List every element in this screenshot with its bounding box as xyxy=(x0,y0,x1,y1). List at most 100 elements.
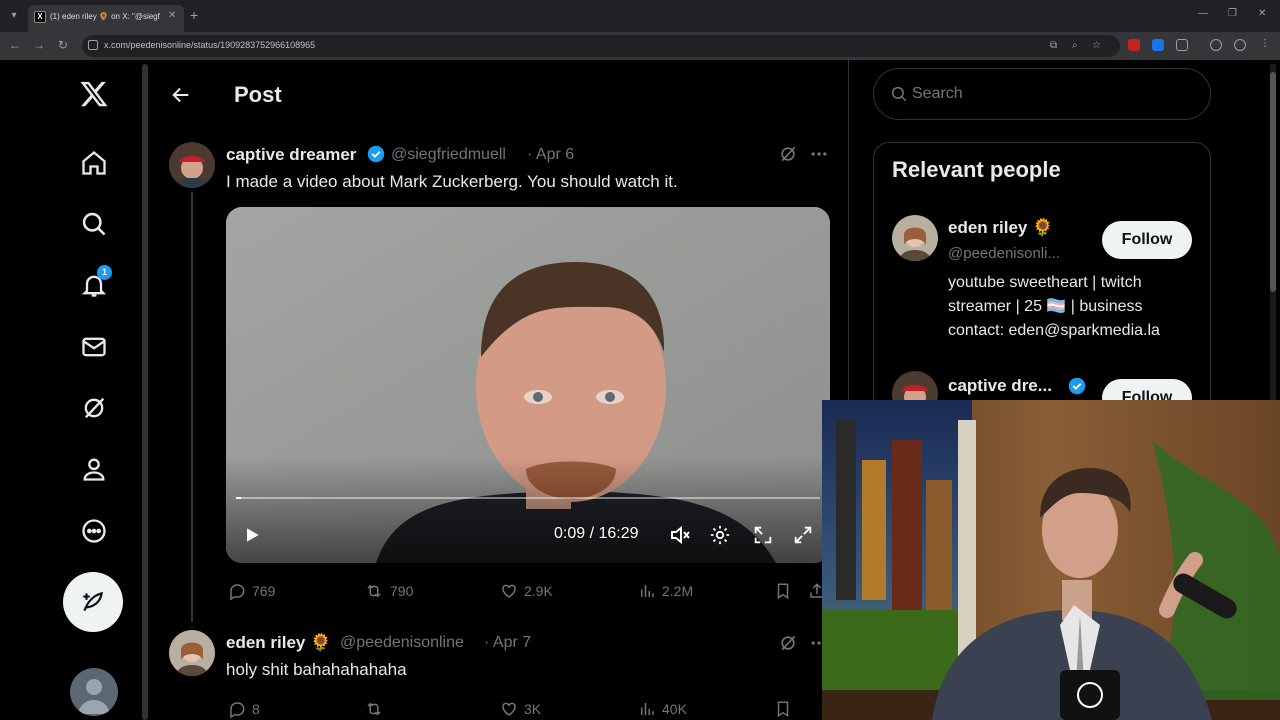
maximize-icon[interactable]: ❐ xyxy=(1228,8,1237,19)
reply-like-action[interactable]: 3K xyxy=(500,700,541,718)
bookmark-icon xyxy=(777,701,789,718)
url-text: x.com/peedenisonline/status/190928375296… xyxy=(104,40,316,50)
reply-view-count: 40K xyxy=(662,701,687,717)
tab-close-icon[interactable]: ✕ xyxy=(168,10,176,21)
reply-bubble-icon xyxy=(230,584,245,600)
browser-forward-icon[interactable]: → xyxy=(32,38,46,52)
video-player[interactable]: 0:09 / 16:29 xyxy=(226,207,830,563)
extension-blue-icon[interactable] xyxy=(1152,39,1164,51)
extensions-puzzle-icon[interactable] xyxy=(1176,39,1188,51)
notification-count-badge: 1 xyxy=(97,265,112,280)
main-post-date[interactable]: · Apr 6 xyxy=(527,146,574,164)
repost-icon xyxy=(367,702,381,716)
reply-reply-action[interactable]: 8 xyxy=(228,700,260,718)
mute-icon[interactable] xyxy=(666,521,694,549)
person-bio: youtube sweetheart | twitch streamer | 2… xyxy=(948,274,1160,339)
main-post-author-avatar[interactable] xyxy=(169,142,215,188)
settings-gear-icon[interactable] xyxy=(706,521,734,549)
reply-author-avatar[interactable] xyxy=(169,630,215,676)
heart-icon xyxy=(502,584,516,598)
repost-count: 790 xyxy=(390,583,414,599)
verified-badge-icon xyxy=(1068,377,1086,395)
reply-repost-action[interactable] xyxy=(364,700,390,718)
video-progress-bar[interactable] xyxy=(236,497,820,499)
follow-button[interactable]: Follow xyxy=(1102,221,1192,259)
x-logo-icon[interactable] xyxy=(78,78,110,110)
browser-back-icon[interactable]: ← xyxy=(8,38,22,52)
profile-icon[interactable] xyxy=(1210,39,1222,51)
account-icon[interactable] xyxy=(1234,39,1246,51)
analytics-bars-icon xyxy=(641,585,654,597)
person-handle[interactable]: @peedenisonli... xyxy=(948,245,1060,262)
webcam-frame xyxy=(822,400,1280,720)
browser-menu-icon[interactable]: ⋮ xyxy=(1260,38,1270,49)
account-avatar[interactable] xyxy=(70,668,118,716)
picture-in-picture-icon[interactable] xyxy=(749,521,777,549)
explore-search-icon[interactable] xyxy=(78,208,110,240)
compose-post-button[interactable] xyxy=(63,572,123,632)
reply-views-action[interactable]: 40K xyxy=(638,700,687,718)
person-avatar[interactable] xyxy=(892,215,938,261)
browser-toolbar: ← → ↻ x.com/peedenisonline/status/190928… xyxy=(0,32,1280,60)
main-post-handle[interactable]: @siegfriedmuell xyxy=(391,146,506,164)
main-post-author-name[interactable]: captive dreamer xyxy=(226,145,356,165)
reply-text: holy shit bahahahahaha xyxy=(226,660,407,679)
relevant-people-title: Relevant people xyxy=(892,157,1061,182)
search-input[interactable]: Search xyxy=(873,68,1211,120)
x-favicon-icon: X xyxy=(34,11,46,23)
more-options-circle-icon[interactable] xyxy=(78,515,110,547)
tab-search-chevron-icon[interactable]: ▾ xyxy=(6,8,22,24)
heart-icon xyxy=(502,702,516,716)
video-time: 0:09 / 16:29 xyxy=(554,525,639,542)
minimize-icon[interactable]: — xyxy=(1198,8,1208,19)
zoom-icon[interactable]: ⌕ xyxy=(1072,40,1078,51)
left-scrollbar[interactable] xyxy=(142,64,148,720)
reply-bookmark-action[interactable] xyxy=(774,700,792,718)
video-frame xyxy=(226,207,830,563)
install-app-icon[interactable]: ⧉ xyxy=(1050,40,1057,51)
new-tab-icon[interactable]: + xyxy=(190,7,198,23)
fullscreen-icon[interactable] xyxy=(789,521,817,549)
reply-author-name[interactable]: eden riley 🌻 xyxy=(226,633,331,653)
browser-tab-bar: ▾ X (1) eden riley 🌻 on X: "@siegfriedmu… xyxy=(0,0,1280,32)
grok-icon[interactable] xyxy=(78,392,110,424)
webcam-overlay xyxy=(822,400,1280,720)
analytics-bars-icon xyxy=(641,703,654,715)
tab-title: (1) eden riley 🌻 on X: "@siegfriedmuell.… xyxy=(50,12,160,21)
like-count: 2.9K xyxy=(524,583,553,599)
play-icon[interactable] xyxy=(238,521,266,549)
reply-grok-explain-icon[interactable] xyxy=(778,633,798,653)
messages-envelope-icon[interactable] xyxy=(78,331,110,363)
home-icon[interactable] xyxy=(78,147,110,179)
relevant-people-card: Relevant people eden riley 🌻 @peedenison… xyxy=(873,142,1211,442)
search-icon xyxy=(891,86,907,102)
more-dots-icon[interactable] xyxy=(809,144,829,164)
like-action[interactable]: 2.9K xyxy=(500,582,553,600)
right-scrollbar-thumb[interactable] xyxy=(1270,72,1276,292)
address-bar[interactable]: x.com/peedenisonline/status/190928375296… xyxy=(82,35,1120,57)
site-info-icon[interactable] xyxy=(88,40,98,50)
reply-handle[interactable]: @peedenisonline xyxy=(340,634,464,652)
grok-explain-icon[interactable] xyxy=(778,144,798,164)
bookmark-star-icon[interactable]: ☆ xyxy=(1092,40,1101,51)
view-count: 2.2M xyxy=(662,583,694,599)
back-arrow-icon[interactable] xyxy=(168,82,194,108)
profile-person-icon[interactable] xyxy=(78,453,110,485)
main-post-text: I made a video about Mark Zuckerberg. Yo… xyxy=(226,172,678,191)
reply-date[interactable]: · Apr 7 xyxy=(484,634,531,652)
extension-red-icon[interactable] xyxy=(1128,39,1140,51)
repost-action[interactable]: 790 xyxy=(364,582,413,600)
person-name[interactable]: eden riley 🌻 xyxy=(948,218,1053,238)
views-action[interactable]: 2.2M xyxy=(638,582,693,600)
bookmark-icon xyxy=(777,583,789,600)
person-name[interactable]: captive dre... xyxy=(948,376,1052,396)
search-placeholder: Search xyxy=(912,85,963,102)
reply-reply-count: 8 xyxy=(252,701,260,717)
bookmark-action[interactable] xyxy=(774,582,792,600)
page-title: Post xyxy=(234,82,282,107)
browser-tab[interactable]: X (1) eden riley 🌻 on X: "@siegfriedmuel… xyxy=(28,5,184,32)
thread-connector-line xyxy=(191,192,193,622)
reply-action[interactable]: 769 xyxy=(228,582,275,600)
reload-icon[interactable]: ↻ xyxy=(56,38,70,52)
window-close-icon[interactable]: ✕ xyxy=(1258,8,1266,19)
